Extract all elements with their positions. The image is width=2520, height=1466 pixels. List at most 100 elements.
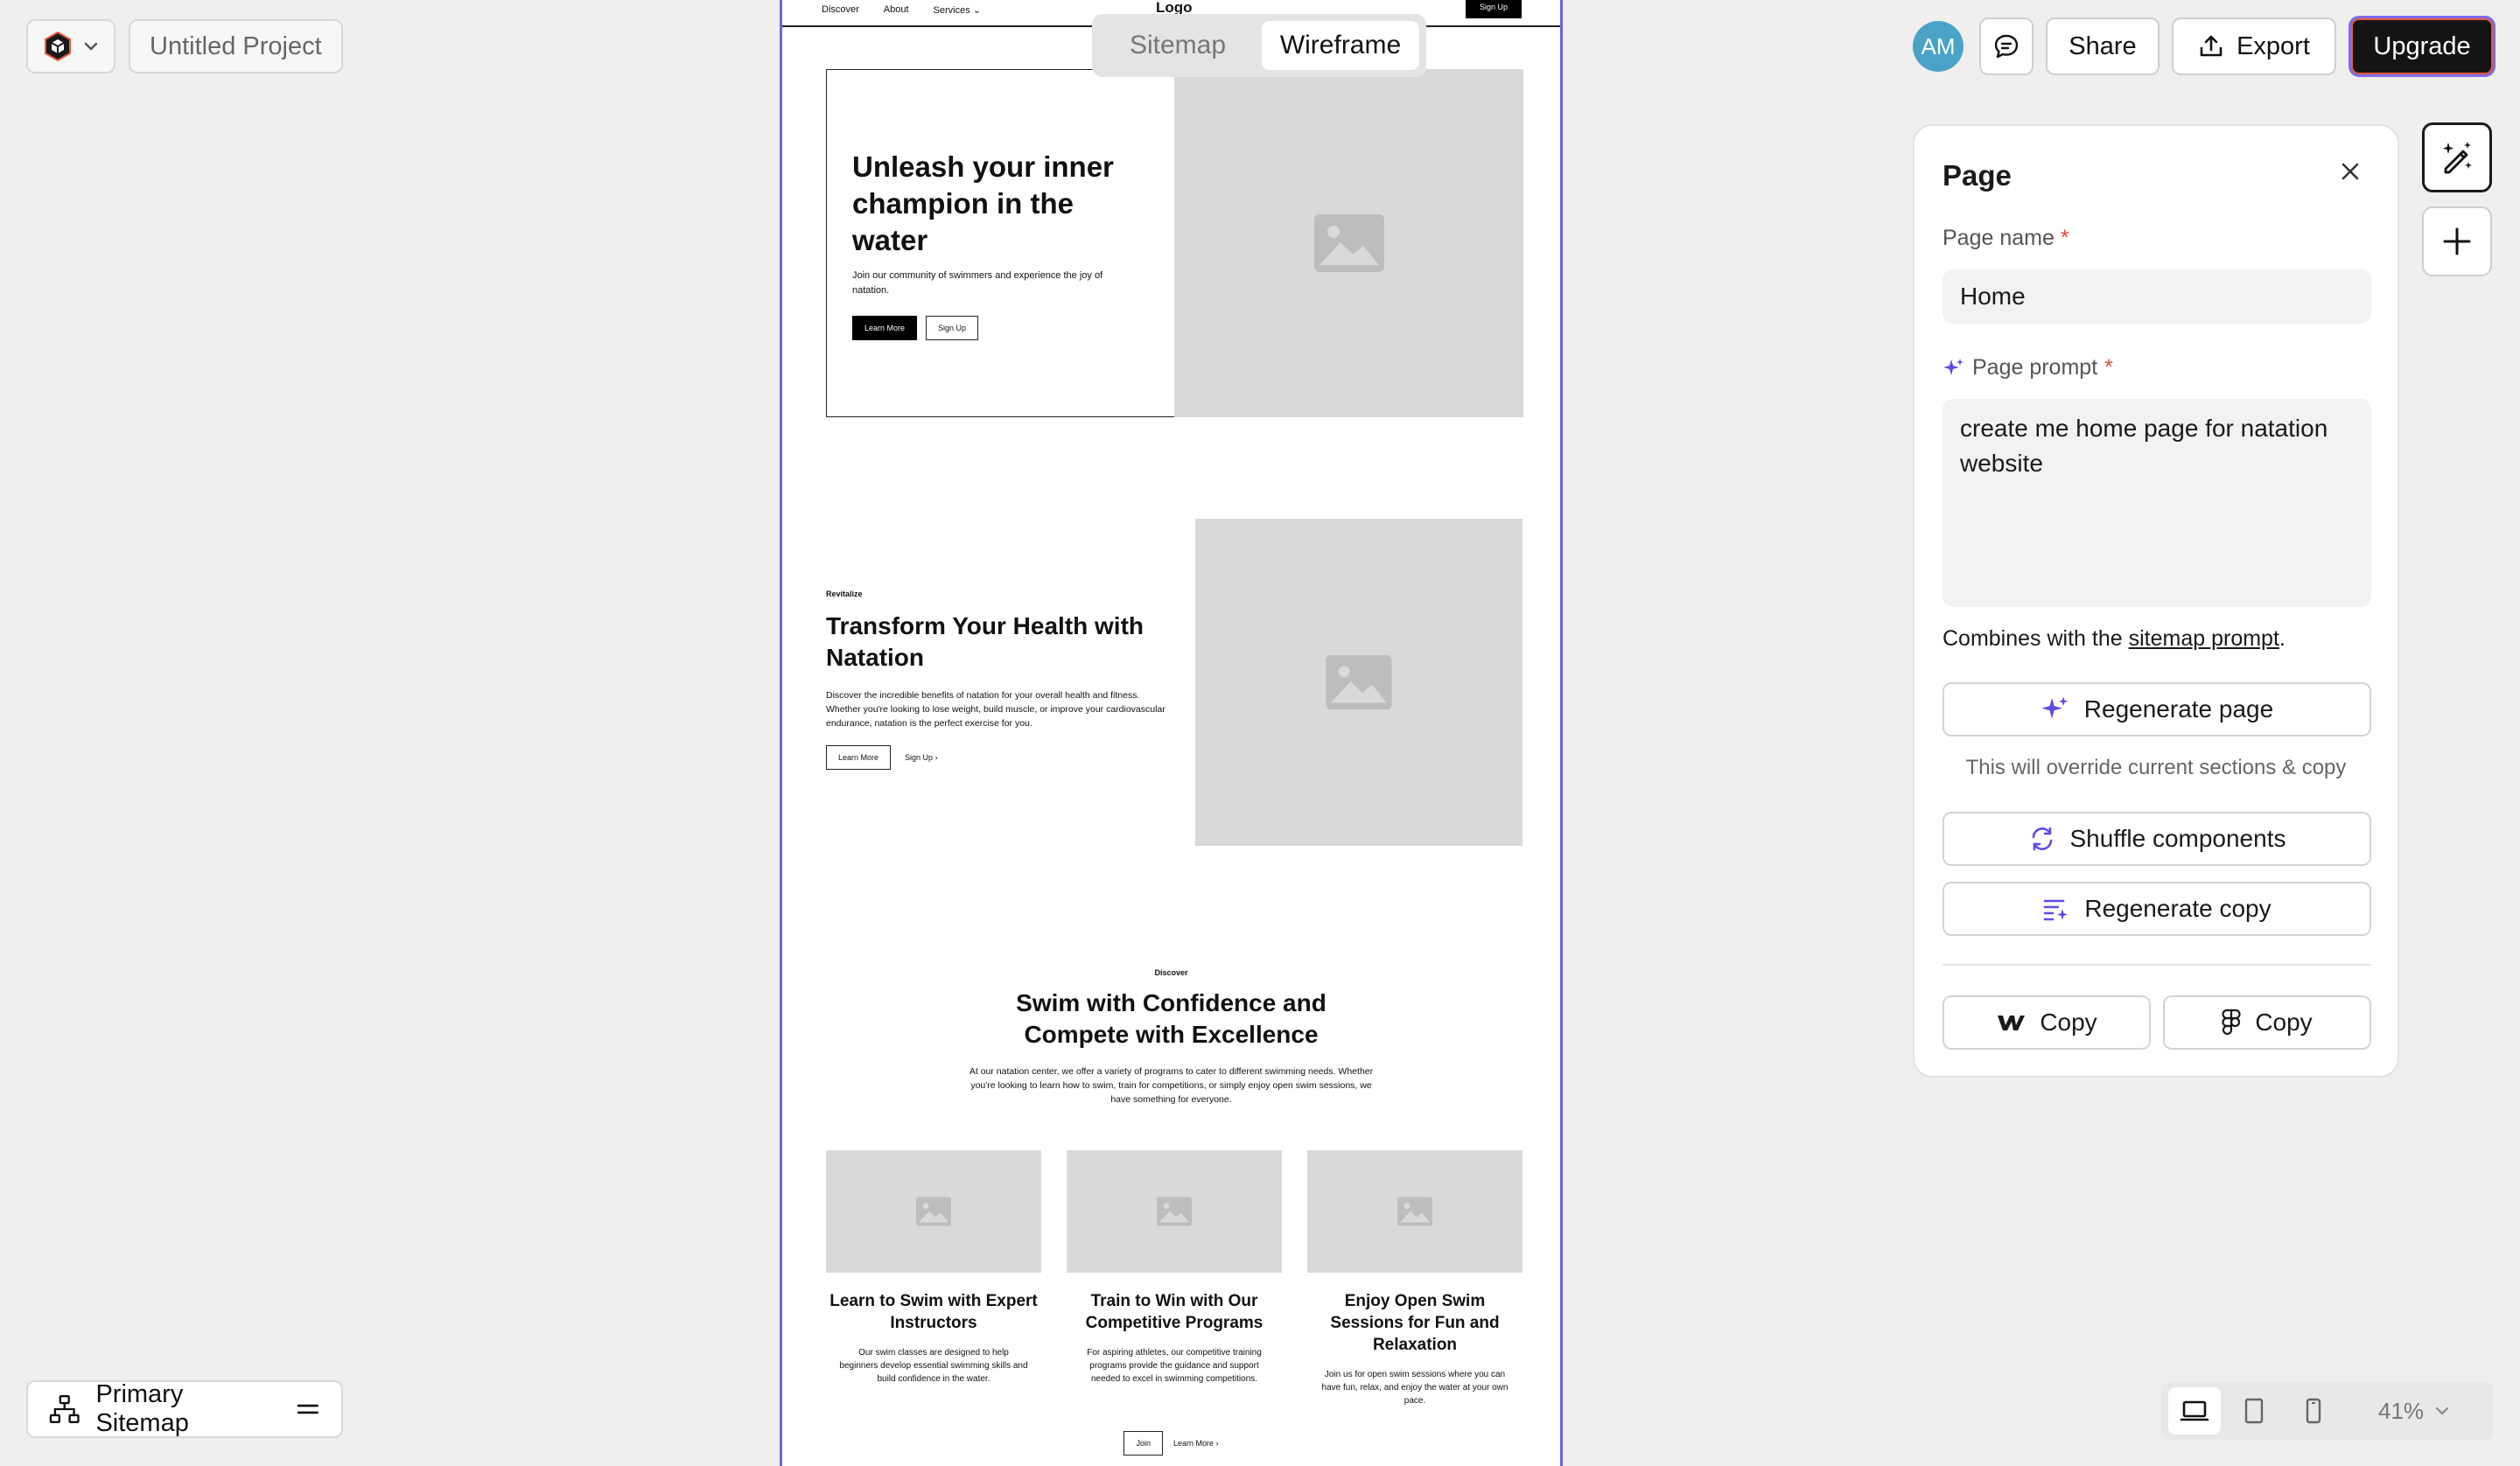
tab-wireframe[interactable]: Wireframe (1262, 21, 1419, 70)
wireframe-nav-links: Discover About Services ⌄ (822, 4, 981, 16)
hero-section: Unleash your inner champion in the water… (826, 69, 1523, 417)
device-tablet-button[interactable] (2228, 1387, 2280, 1435)
program-card: Learn to Swim with Expert Instructors Ou… (826, 1150, 1041, 1386)
chevron-down-icon: ⌄ (972, 5, 982, 16)
nav-link-about[interactable]: About (884, 4, 909, 16)
discover-learn-more-link[interactable]: Learn More › (1173, 1439, 1219, 1448)
card-title: Learn to Swim with Expert Instructors (830, 1292, 1038, 1332)
regenerate-copy-button[interactable]: Regenerate copy (1942, 882, 2371, 936)
copy-to-webflow-button[interactable]: Copy (1942, 995, 2151, 1050)
desktop-icon (2180, 1400, 2209, 1421)
card-body: Join us for open swim sessions where you… (1321, 1370, 1508, 1406)
share-button[interactable]: Share (2046, 17, 2160, 75)
sitemap-label: Primary Sitemap (95, 1380, 189, 1437)
shuffle-components-label: Shuffle components (2069, 825, 2286, 852)
override-note: This will override current sections & co… (1965, 756, 2347, 779)
card-image-placeholder (1307, 1150, 1522, 1273)
feature-heading: Transform Your Health with Natation (826, 612, 1144, 671)
combines-note: Combines with the sitemap prompt. (1942, 626, 2286, 651)
regenerate-copy-label: Regenerate copy (2084, 895, 2272, 922)
feature-body: Discover the incredible benefits of nata… (826, 690, 1166, 729)
card-body: Our swim classes are designed to help be… (839, 1348, 1028, 1384)
regenerate-page-button[interactable]: Regenerate page (1942, 682, 2371, 736)
wireframe-signup-button[interactable]: Sign Up (1465, 0, 1522, 18)
device-preview-switcher: 41% (2161, 1382, 2494, 1440)
chevron-down-icon (84, 42, 98, 51)
feature-learn-more-button[interactable]: Learn More (826, 745, 892, 770)
image-placeholder-icon (1397, 1197, 1432, 1226)
image-placeholder-icon (1157, 1197, 1192, 1226)
menu-icon[interactable] (296, 1401, 320, 1417)
card-title: Enjoy Open Swim Sessions for Fun and Rel… (1330, 1292, 1500, 1354)
feature-image-placeholder (1195, 519, 1522, 846)
copy-to-figma-button[interactable]: Copy (2163, 995, 2371, 1050)
upgrade-button[interactable]: Upgrade (2348, 16, 2496, 77)
device-desktop-button[interactable] (2168, 1387, 2221, 1435)
feature-signup-link[interactable]: Sign Up › (905, 753, 938, 762)
tab-sitemap[interactable]: Sitemap (1099, 21, 1256, 70)
program-card: Train to Win with Our Competitive Progra… (1067, 1150, 1282, 1386)
image-placeholder-icon (1326, 655, 1392, 709)
page-settings-panel: Page Page name * Home Page prompt * crea… (1913, 124, 2399, 1078)
regenerate-page-label: Regenerate page (2083, 695, 2274, 723)
export-button[interactable]: Export (2172, 17, 2336, 75)
app-logo-icon (45, 31, 71, 62)
sitemap-icon (49, 1395, 80, 1423)
avatar[interactable]: AM (1913, 21, 1964, 72)
figma-icon (2222, 1009, 2241, 1036)
panel-divider (1942, 964, 2371, 966)
zoom-dropdown[interactable]: 41% (2378, 1382, 2450, 1440)
page-name-input[interactable]: Home (1942, 269, 2371, 324)
feature-tagline: Revitalize (826, 590, 863, 598)
panel-title: Page (1942, 159, 2012, 192)
regenerate-copy-icon (2044, 899, 2068, 921)
app-menu-button[interactable] (26, 19, 116, 73)
close-icon[interactable] (2340, 161, 2361, 182)
discover-join-button[interactable]: Join (1124, 1431, 1163, 1456)
discover-actions: Join Learn More › (782, 1431, 1560, 1456)
view-toggle: Sitemap Wireframe (1092, 14, 1426, 77)
plus-icon (2443, 227, 2471, 255)
discover-body: At our natation center, we offer a varie… (969, 1066, 1374, 1105)
card-image-placeholder (1067, 1150, 1282, 1273)
card-body: For aspiring athletes, our competitive t… (1087, 1348, 1262, 1384)
ai-edit-icon (2443, 142, 2472, 174)
comment-button[interactable] (1979, 17, 2034, 75)
shuffle-components-button[interactable]: Shuffle components (1942, 812, 2371, 866)
hero-signup-button[interactable]: Sign Up (926, 316, 979, 340)
comment-icon (1994, 34, 2019, 59)
add-section-button[interactable] (2422, 206, 2492, 276)
ai-edit-button[interactable] (2422, 122, 2492, 192)
hero-heading: Unleash your inner champion in the water (852, 150, 1114, 256)
page-name-label: Page name * (1942, 226, 2069, 250)
card-image-placeholder (826, 1150, 1041, 1273)
page-prompt-textarea[interactable]: create me home page for natation website (1942, 399, 2371, 607)
mobile-icon (2306, 1398, 2321, 1424)
wireframe-canvas[interactable]: Discover About Services ⌄ Logo Sign Up U… (780, 0, 1563, 1466)
sparkle-icon (2041, 696, 2068, 719)
hero-image-placeholder (1174, 69, 1523, 417)
hero-body: Join our community of swimmers and exper… (852, 270, 1103, 296)
shuffle-icon (2032, 827, 2052, 851)
nav-link-discover[interactable]: Discover (822, 4, 859, 16)
nav-link-services[interactable]: Services ⌄ (934, 4, 981, 16)
page-prompt-label: Page prompt * (1942, 355, 2113, 380)
image-placeholder-icon (916, 1197, 951, 1226)
sparkle-icon (1943, 358, 1964, 375)
discover-heading: Swim with Confidence and Compete with Ex… (1016, 989, 1326, 1048)
discover-section: Discover Swim with Confidence and Compet… (782, 968, 1560, 1106)
image-placeholder-icon (1313, 214, 1384, 272)
card-title: Train to Win with Our Competitive Progra… (1085, 1292, 1264, 1332)
hero-learn-more-button[interactable]: Learn More (852, 316, 918, 340)
sitemap-prompt-link[interactable]: sitemap prompt (2129, 626, 2279, 651)
copy-figma-label: Copy (2255, 1009, 2313, 1036)
chevron-down-icon (2435, 1407, 2449, 1415)
discover-tagline: Discover (1154, 968, 1188, 977)
project-title[interactable]: Untitled Project (129, 19, 343, 73)
device-mobile-button[interactable] (2287, 1387, 2340, 1435)
sitemap-selector[interactable]: Primary Sitemap (26, 1380, 343, 1438)
zoom-level: 41% (2378, 1397, 2425, 1424)
export-label: Export (2236, 31, 2310, 60)
program-card: Enjoy Open Swim Sessions for Fun and Rel… (1307, 1150, 1522, 1407)
feature-section: Revitalize Transform Your Health with Na… (826, 590, 1176, 770)
